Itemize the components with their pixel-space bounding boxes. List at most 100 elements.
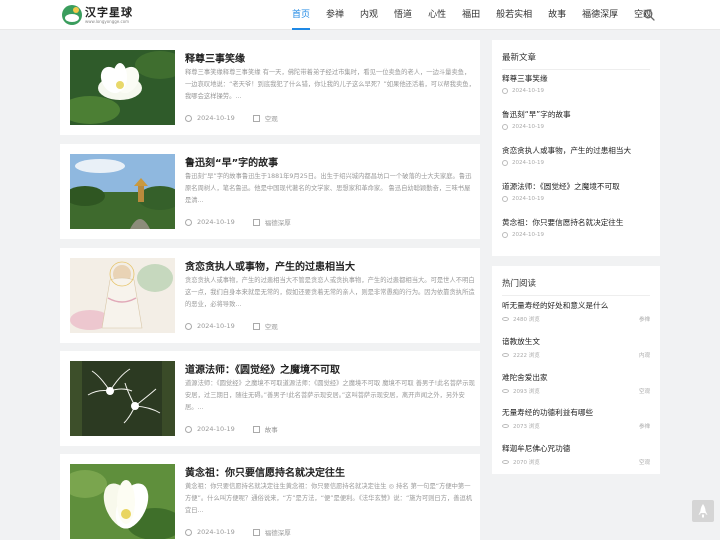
post-title[interactable]: 贪恋贪执人或事物，产生的过患相当大 <box>185 258 475 273</box>
nav-item-xinxing[interactable]: 心性 <box>428 0 446 30</box>
post-thumbnail[interactable] <box>70 154 175 229</box>
recent-item-date: 2024-10-19 <box>512 196 544 202</box>
recent-item-date: 2024-10-19 <box>512 232 544 238</box>
hot-item-title[interactable]: 无量寿经的功德利益有哪些 <box>502 407 650 418</box>
hot-item[interactable]: 无量寿经的功德利益有哪些 2073 浏览 参禅 <box>502 407 650 430</box>
post-card[interactable]: 道源法师：《圆觉经》之魔境不可取 道源法师：《圆觉经》之魔境不可取道源法师：《圆… <box>60 351 480 446</box>
spider-lily-image <box>70 361 175 436</box>
clock-icon <box>185 425 192 433</box>
pagoda-image <box>70 154 175 229</box>
clock-icon <box>185 322 192 330</box>
hot-item[interactable]: 谙教放生文 2222 浏览 内观 <box>502 336 650 359</box>
post-category[interactable]: 故事 <box>265 424 278 434</box>
post-date: 2024-10-19 <box>197 218 235 226</box>
main-nav: 首页 参禅 内观 悟道 心性 福田 般若实相 故事 福德深厚 空观 <box>292 0 668 30</box>
hot-item-views: 2480 浏览 <box>513 317 540 323</box>
post-title[interactable]: 黄念祖：你只要信愿持名就决定往生 <box>185 464 475 479</box>
post-meta: 2024-10-19 福德深厚 <box>185 217 291 227</box>
post-excerpt: 贪恋贪执人或事物，产生的过患相当大不管是贪恋人或贪执事物，产生的过患都相当大。可… <box>185 277 475 308</box>
eye-icon <box>502 317 509 321</box>
nav-item-home[interactable]: 首页 <box>292 0 311 30</box>
divider <box>502 295 650 296</box>
folder-icon <box>252 114 260 122</box>
nav-item-boruo[interactable]: 般若实相 <box>496 0 532 30</box>
hot-item-title[interactable]: 释迦牟尼佛心咒功德 <box>502 443 650 454</box>
post-card[interactable]: 贪恋贪执人或事物，产生的过患相当大 贪恋贪执人或事物，产生的过患相当大不管是贪恋… <box>60 248 480 343</box>
logo-subtitle: www.longyongge.com <box>85 18 130 24</box>
recent-item-date: 2024-10-19 <box>512 160 544 166</box>
post-category[interactable]: 福德深厚 <box>265 527 291 537</box>
post-excerpt: 鲁迅刻“早”字的故事鲁迅生于1881年9月25日。出生于绍兴城内都昌坊口一个破落… <box>185 173 472 204</box>
nav-item-futian[interactable]: 福田 <box>462 0 480 30</box>
post-category[interactable]: 空观 <box>265 113 278 123</box>
clock-icon <box>502 196 508 202</box>
post-thumbnail[interactable] <box>70 464 175 539</box>
recent-item-title[interactable]: 道源法师：《圆觉经》之魔境不可取 <box>502 181 650 192</box>
clock-icon <box>502 160 508 166</box>
post-meta: 2024-10-19 空观 <box>185 321 278 331</box>
recent-item[interactable]: 道源法师：《圆觉经》之魔境不可取 2024-10-19 <box>502 181 650 202</box>
lotus-image <box>70 50 175 125</box>
search-icon[interactable] <box>643 9 655 21</box>
recent-item-title[interactable]: 黄念祖：你只要信愿持名就决定往生 <box>502 217 650 228</box>
clock-icon <box>185 528 192 536</box>
clock-icon <box>502 88 508 94</box>
hot-item[interactable]: 释迦牟尼佛心咒功德 2070 浏览 空观 <box>502 443 650 466</box>
hot-item-category[interactable]: 内观 <box>639 351 650 359</box>
clock-icon <box>185 114 192 122</box>
hot-item-title[interactable]: 难陀舍爱出家 <box>502 372 650 383</box>
eye-icon <box>502 424 509 428</box>
folder-icon <box>252 425 260 433</box>
post-card[interactable]: 鲁迅刻“早”字的故事 鲁迅刻“早”字的故事鲁迅生于1881年9月25日。出生于绍… <box>60 144 480 239</box>
clock-icon <box>502 232 508 238</box>
post-meta: 2024-10-19 故事 <box>185 424 278 434</box>
recent-item[interactable]: 鲁迅刻“早”字的故事 2024-10-19 <box>502 109 650 130</box>
logo-icon <box>62 5 82 25</box>
folder-icon <box>252 322 260 330</box>
post-category[interactable]: 空观 <box>265 321 278 331</box>
post-excerpt: 释尊三事笑缘释尊三事笑缘 有一天，佛陀带着弟子经过市集时，看见一位卖鱼的老人，一… <box>185 69 475 100</box>
back-to-top-button[interactable] <box>692 500 714 522</box>
post-title[interactable]: 鲁迅刻“早”字的故事 <box>185 154 475 169</box>
recent-item[interactable]: 释尊三事笑缘 2024-10-19 <box>502 73 650 94</box>
hot-item-title[interactable]: 谙教放生文 <box>502 336 650 347</box>
nav-item-canchan[interactable]: 参禅 <box>326 0 344 30</box>
hot-item[interactable]: 听无量寿经的好处和意义是什么 2480 浏览 参禅 <box>502 300 650 323</box>
recent-item-title[interactable]: 释尊三事笑缘 <box>502 73 650 84</box>
post-excerpt: 道源法师：《圆觉经》之魔境不可取道源法师：《圆觉经》之魔境不可取 魔境不可取 善… <box>185 380 475 411</box>
hot-posts-widget: 热门阅读 听无量寿经的好处和意义是什么 2480 浏览 参禅 谙教放生文 2222… <box>492 266 660 474</box>
post-category[interactable]: 福德深厚 <box>265 217 291 227</box>
widget-title: 最新文章 <box>502 53 537 63</box>
recent-item-title[interactable]: 鲁迅刻“早”字的故事 <box>502 109 650 120</box>
hot-item[interactable]: 难陀舍爱出家 2093 浏览 空观 <box>502 372 650 395</box>
recent-item[interactable]: 黄念祖：你只要信愿持名就决定往生 2024-10-19 <box>502 217 650 238</box>
hot-item-views: 2093 浏览 <box>513 389 540 395</box>
recent-posts-widget: 最新文章 释尊三事笑缘 2024-10-19 鲁迅刻“早”字的故事 2024-1… <box>492 40 660 256</box>
logo-title: 汉字星球 <box>85 5 133 19</box>
post-date: 2024-10-19 <box>197 425 235 433</box>
recent-item[interactable]: 贪恋贪执人或事物，产生的过患相当大 2024-10-19 <box>502 145 650 166</box>
site-logo[interactable]: 汉字星球 www.longyongge.com <box>62 4 133 26</box>
hot-item-category[interactable]: 参禅 <box>639 315 650 323</box>
hot-item-title[interactable]: 听无量寿经的好处和意义是什么 <box>502 300 650 311</box>
hot-item-category[interactable]: 参禅 <box>639 422 650 430</box>
post-thumbnail[interactable] <box>70 361 175 436</box>
hot-item-category[interactable]: 空观 <box>639 387 650 395</box>
post-thumbnail[interactable] <box>70 258 175 333</box>
post-meta: 2024-10-19 福德深厚 <box>185 527 291 537</box>
recent-item-title[interactable]: 贪恋贪执人或事物，产生的过患相当大 <box>502 145 650 156</box>
nav-item-neiguan[interactable]: 内观 <box>360 0 378 30</box>
lotus-image <box>70 464 175 539</box>
post-card[interactable]: 释尊三事笑缘 释尊三事笑缘释尊三事笑缘 有一天，佛陀带着弟子经过市集时，看见一位… <box>60 40 480 135</box>
post-title[interactable]: 释尊三事笑缘 <box>185 50 475 65</box>
hot-item-category[interactable]: 空观 <box>639 458 650 466</box>
nav-item-gushi[interactable]: 故事 <box>548 0 566 30</box>
post-title[interactable]: 道源法师：《圆觉经》之魔境不可取 <box>185 361 475 376</box>
nav-item-wudao[interactable]: 悟道 <box>394 0 412 30</box>
guanyin-image <box>70 258 175 333</box>
post-thumbnail[interactable] <box>70 50 175 125</box>
divider <box>502 69 650 70</box>
recent-item-date: 2024-10-19 <box>512 124 544 130</box>
post-card[interactable]: 黄念祖：你只要信愿持名就决定往生 黄念祖：你只要信愿持名就决定往生黄念祖：你只要… <box>60 454 480 540</box>
nav-item-fude[interactable]: 福德深厚 <box>582 0 618 30</box>
